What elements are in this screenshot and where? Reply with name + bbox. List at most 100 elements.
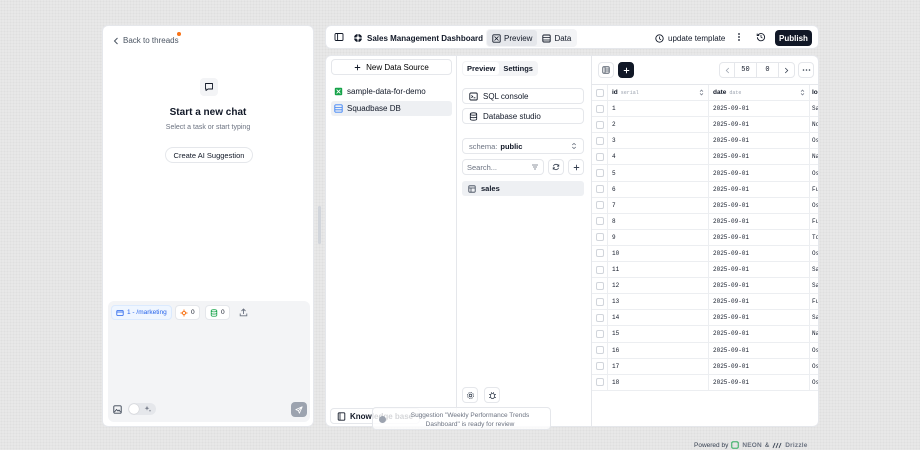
table-cell[interactable]: 14	[608, 310, 709, 326]
table-cell[interactable]: 9	[608, 229, 709, 245]
page-offset-field[interactable]: 0	[757, 63, 779, 77]
table-cell[interactable]: Sa	[810, 310, 818, 325]
row-checkbox[interactable]	[592, 133, 608, 149]
row-checkbox[interactable]	[592, 229, 608, 245]
table-cell[interactable]: Os	[810, 165, 818, 180]
row-checkbox[interactable]	[592, 310, 608, 326]
table-row[interactable]: 4 2025-09-01 Na	[592, 149, 818, 166]
table-cell[interactable]: 15	[608, 326, 709, 342]
table-cell[interactable]: 10	[608, 245, 709, 262]
table-cell[interactable]: No	[810, 117, 818, 132]
panel-resize-handle[interactable]	[318, 206, 321, 244]
table-cell[interactable]: 4	[608, 149, 709, 165]
table-cell[interactable]: 2025-09-01	[709, 245, 810, 262]
table-row[interactable]: 10 2025-09-01 Os	[592, 245, 818, 263]
table-cell[interactable]: 8	[608, 213, 709, 229]
table-cell[interactable]: 6	[608, 181, 709, 197]
table-row[interactable]: 8 2025-09-01 Fu	[592, 213, 818, 230]
db-context-chip[interactable]: 0	[205, 305, 230, 320]
agent-mode-toggle[interactable]	[128, 403, 156, 415]
update-template-button[interactable]: update template	[655, 31, 725, 45]
export-button[interactable]	[235, 305, 252, 320]
row-checkbox[interactable]	[592, 262, 608, 278]
table-row[interactable]: 17 2025-09-01 Os	[592, 358, 818, 375]
table-cell[interactable]: 2025-09-01	[709, 326, 810, 342]
table-row[interactable]: 11 2025-09-01 Sa	[592, 262, 818, 279]
settings-button[interactable]	[462, 387, 478, 403]
table-cell[interactable]: 2025-09-01	[709, 294, 810, 310]
table-cell[interactable]: 2025-09-01	[709, 229, 810, 245]
table-cell[interactable]: 2025-09-01	[709, 165, 810, 181]
row-checkbox[interactable]	[592, 342, 608, 358]
table-cell[interactable]: 2025-09-01	[709, 133, 810, 149]
table-cell[interactable]: 2025-09-01	[709, 213, 810, 229]
table-cell[interactable]: Sa	[810, 101, 818, 116]
table-cell[interactable]: 2025-09-01	[709, 101, 810, 117]
table-cell[interactable]: 2	[608, 117, 709, 133]
folder-context-chip[interactable]: 1 - /marketing	[111, 305, 172, 320]
next-page-button[interactable]	[779, 63, 794, 77]
table-cell[interactable]: Os	[810, 375, 818, 390]
table-cell[interactable]: Fu	[810, 214, 818, 229]
tab-settings[interactable]: Settings	[499, 62, 537, 75]
sort-icon[interactable]	[800, 89, 805, 96]
row-checkbox[interactable]	[592, 149, 608, 165]
table-cell[interactable]: 13	[608, 294, 709, 310]
database-studio-button[interactable]: Database studio	[462, 108, 584, 124]
table-cell[interactable]: 12	[608, 278, 709, 294]
table-cell[interactable]: Sa	[810, 278, 818, 293]
table-cell[interactable]: 2025-09-01	[709, 374, 810, 390]
table-row[interactable]: 13 2025-09-01 Fu	[592, 294, 818, 311]
table-cell[interactable]: 2025-09-01	[709, 358, 810, 374]
grid-more-button[interactable]	[798, 62, 814, 78]
table-cell[interactable]: Os	[810, 246, 818, 261]
history-icon[interactable]	[756, 32, 766, 42]
add-table-button[interactable]	[568, 159, 584, 175]
table-search-input[interactable]	[467, 162, 529, 172]
table-cell[interactable]: Na	[810, 149, 818, 164]
table-row[interactable]: 15 2025-09-01 Na	[592, 326, 818, 343]
table-cell[interactable]: 17	[608, 358, 709, 374]
column-header-id[interactable]: id serial	[608, 85, 709, 101]
table-row[interactable]: 14 2025-09-01 Sa	[592, 310, 818, 327]
row-checkbox[interactable]	[592, 117, 608, 133]
suggestion-toast[interactable]: Suggestion "Weekly Performance Trends Da…	[372, 407, 551, 430]
table-cell[interactable]: Os	[810, 198, 818, 213]
table-cell[interactable]: Os	[810, 343, 818, 358]
table-cell[interactable]: 18	[608, 374, 709, 390]
row-checkbox[interactable]	[592, 197, 608, 213]
table-row[interactable]: 1 2025-09-01 Sa	[592, 101, 818, 118]
table-cell[interactable]: 11	[608, 262, 709, 278]
refresh-button[interactable]	[548, 159, 564, 175]
table-row[interactable]: 6 2025-09-01 Fu	[592, 181, 818, 198]
page-limit-field[interactable]: 50	[735, 63, 757, 77]
table-row[interactable]: 5 2025-09-01 Os	[592, 165, 818, 182]
data-mode-button[interactable]: Data	[537, 30, 576, 46]
columns-button[interactable]	[598, 62, 614, 78]
table-cell[interactable]: 2025-09-01	[709, 117, 810, 133]
column-header-lo[interactable]: lo	[810, 85, 818, 100]
table-cell[interactable]: 5	[608, 165, 709, 181]
git-context-chip[interactable]: 0	[175, 305, 200, 320]
table-cell[interactable]: 2025-09-01	[709, 262, 810, 278]
table-cell[interactable]: Fu	[810, 182, 818, 197]
sql-console-button[interactable]: SQL console	[462, 88, 584, 104]
new-data-source-button[interactable]: New Data Source	[331, 59, 452, 75]
preview-mode-button[interactable]: Preview	[487, 30, 538, 46]
schema-select[interactable]: schema: public	[462, 138, 584, 154]
table-row[interactable]: 2 2025-09-01 No	[592, 117, 818, 134]
table-cell[interactable]: Sa	[810, 262, 818, 277]
project-selector[interactable]: Sales Management Dashboard	[353, 31, 494, 45]
chat-composer[interactable]: 1 - /marketing 0 0	[108, 301, 310, 422]
table-cell[interactable]: 1	[608, 101, 709, 117]
table-cell[interactable]: 2025-09-01	[709, 310, 810, 326]
row-checkbox[interactable]	[592, 374, 608, 390]
column-header-date[interactable]: date date	[709, 85, 810, 101]
table-cell[interactable]: 7	[608, 197, 709, 213]
image-attach-icon[interactable]	[113, 405, 122, 414]
row-checkbox[interactable]	[592, 326, 608, 342]
row-checkbox[interactable]	[592, 278, 608, 294]
table-row[interactable]: 18 2025-09-01 Os	[592, 374, 818, 391]
table-cell[interactable]: Fu	[810, 294, 818, 309]
table-cell[interactable]: 2025-09-01	[709, 342, 810, 358]
